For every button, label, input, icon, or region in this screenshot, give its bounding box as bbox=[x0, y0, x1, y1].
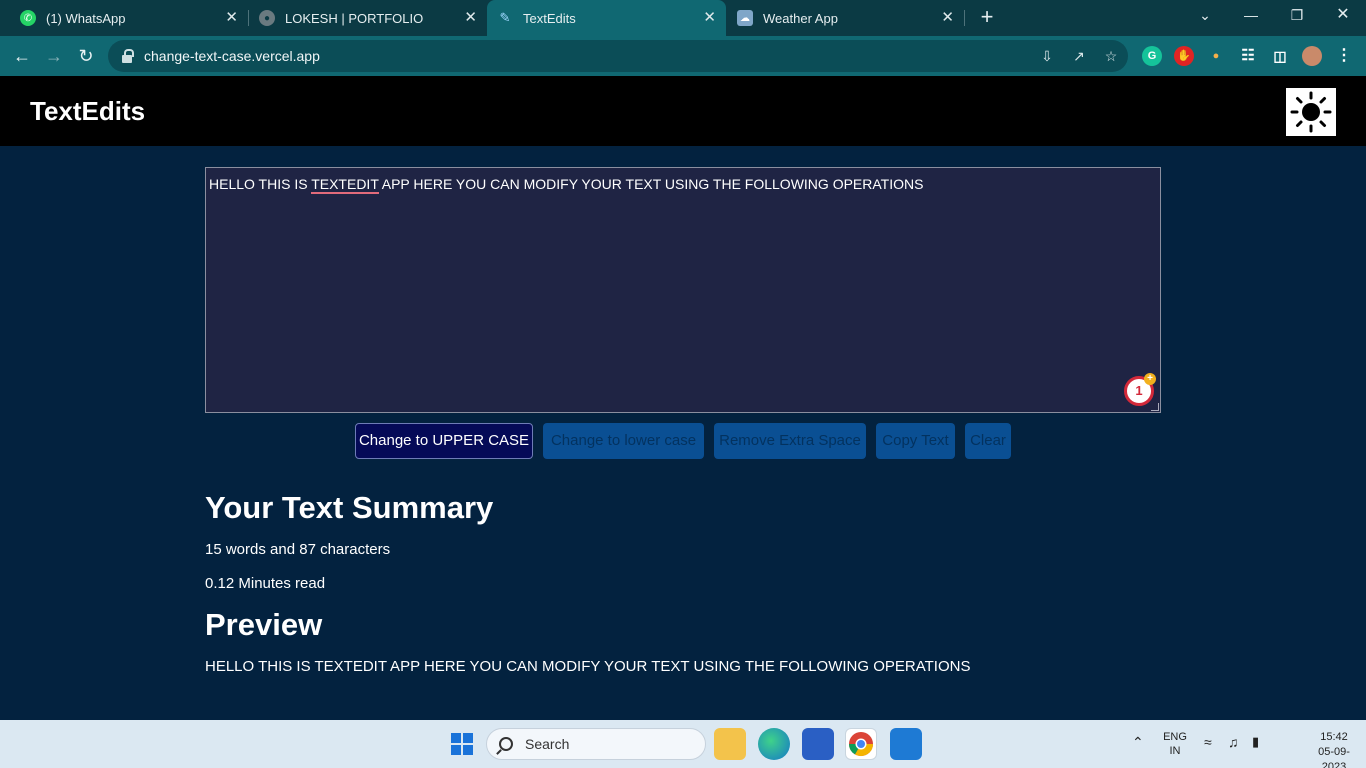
share-icon[interactable]: ↗ bbox=[1070, 47, 1088, 65]
tab-title: TextEdits bbox=[523, 10, 576, 26]
file-explorer-icon[interactable] bbox=[714, 728, 746, 760]
tab-separator bbox=[964, 10, 965, 26]
close-icon[interactable]: ✕ bbox=[941, 8, 954, 26]
lock-icon bbox=[122, 49, 134, 63]
reload-icon[interactable]: ↻ bbox=[74, 44, 98, 68]
close-icon[interactable]: ✕ bbox=[225, 8, 238, 26]
tab-textedits[interactable]: ✎ TextEdits ✕ bbox=[487, 0, 726, 36]
sun-icon bbox=[1290, 91, 1332, 133]
side-panel-icon[interactable]: ◫ bbox=[1270, 46, 1290, 66]
profile-avatar[interactable] bbox=[1302, 46, 1322, 66]
taskbar-search-box[interactable]: Search bbox=[486, 728, 706, 760]
new-tab-button[interactable]: + bbox=[976, 4, 998, 30]
window-close-icon[interactable]: ✕ bbox=[1328, 4, 1358, 26]
brand-title[interactable]: TextEdits bbox=[30, 96, 145, 127]
tab-search-chevron-icon[interactable]: ⌄ bbox=[1190, 4, 1220, 26]
volume-icon[interactable]: ♫ bbox=[1228, 734, 1239, 750]
language-indicator[interactable]: ENG IN bbox=[1160, 730, 1190, 758]
browser-toolbar: ← → ↻ change-text-case.vercel.app ⇩ ↗ ☆ … bbox=[0, 36, 1366, 76]
url-text: change-text-case.vercel.app bbox=[144, 48, 320, 64]
honey-extension-icon[interactable]: ● bbox=[1206, 46, 1226, 66]
preview-heading: Preview bbox=[205, 607, 323, 642]
copy-text-button[interactable]: Copy Text bbox=[876, 423, 955, 459]
windows-taskbar: Search ⌃ ENG IN ≈ ♫ ▮ 15:42 05-09-2023 bbox=[0, 720, 1366, 768]
remove-extra-space-button[interactable]: Remove Extra Space bbox=[714, 423, 866, 459]
tab-title: (1) WhatsApp bbox=[46, 10, 126, 26]
theme-toggle-button[interactable] bbox=[1286, 88, 1336, 136]
whatsapp-icon: ✆ bbox=[20, 10, 36, 26]
minimize-icon[interactable]: — bbox=[1236, 4, 1266, 26]
edge-browser-icon[interactable] bbox=[758, 728, 790, 760]
misspelled-word[interactable]: TEXTEDIT bbox=[311, 176, 379, 194]
tab-portfolio[interactable]: ● LOKESH | PORTFOLIO ✕ bbox=[249, 4, 487, 32]
chrome-taskbar-icon[interactable] bbox=[845, 728, 877, 760]
upper-case-button[interactable]: Change to UPPER CASE bbox=[355, 423, 533, 459]
grammarly-plus-icon: + bbox=[1144, 373, 1156, 385]
text-input-area[interactable]: HELLO THIS IS TEXTEDIT APP HERE YOU CAN … bbox=[205, 167, 1161, 413]
vscode-icon[interactable] bbox=[890, 728, 922, 760]
grammarly-badge[interactable]: 1 + bbox=[1124, 373, 1156, 406]
extensions-puzzle-icon[interactable]: ☷ bbox=[1238, 46, 1258, 66]
globe-icon: ● bbox=[259, 10, 275, 26]
app-navbar: TextEdits bbox=[0, 76, 1366, 146]
preview-text: HELLO THIS IS TEXTEDIT APP HERE YOU CAN … bbox=[205, 658, 971, 675]
tab-title: Weather App bbox=[763, 10, 838, 26]
search-icon bbox=[499, 737, 513, 751]
pen-icon: ✎ bbox=[499, 10, 511, 25]
tab-title: LOKESH | PORTFOLIO bbox=[285, 10, 424, 26]
tab-weather[interactable]: ☁ Weather App ✕ bbox=[727, 4, 964, 32]
read-time: 0.12 Minutes read bbox=[205, 575, 326, 592]
address-bar[interactable]: change-text-case.vercel.app ⇩ ↗ ☆ bbox=[108, 40, 1128, 72]
summary-heading: Your Text Summary bbox=[205, 490, 494, 525]
tray-chevron-icon[interactable]: ⌃ bbox=[1132, 734, 1144, 751]
install-app-icon[interactable]: ⇩ bbox=[1038, 47, 1056, 65]
restore-icon[interactable]: ❐ bbox=[1282, 4, 1312, 26]
wifi-icon[interactable]: ≈ bbox=[1204, 734, 1212, 750]
weather-icon: ☁ bbox=[737, 10, 753, 26]
back-arrow-icon[interactable]: ← bbox=[10, 44, 34, 68]
clear-button[interactable]: Clear bbox=[965, 423, 1011, 459]
battery-icon[interactable]: ▮ bbox=[1252, 734, 1259, 750]
clock[interactable]: 15:42 05-09-2023 bbox=[1308, 730, 1360, 768]
word-character-count: 15 words and 87 characters bbox=[205, 541, 391, 558]
search-label: Search bbox=[525, 736, 570, 752]
tab-whatsapp[interactable]: ✆ (1) WhatsApp ✕ bbox=[8, 4, 248, 32]
resize-handle[interactable] bbox=[1151, 403, 1159, 411]
textarea-content: HELLO THIS IS TEXTEDIT APP HERE YOU CAN … bbox=[209, 176, 924, 194]
close-icon[interactable]: ✕ bbox=[703, 8, 716, 26]
grammarly-extension-icon[interactable]: G bbox=[1142, 46, 1162, 66]
windows-start-icon[interactable] bbox=[446, 728, 478, 760]
lower-case-button[interactable]: Change to lower case bbox=[543, 423, 704, 459]
browser-tab-strip: ✆ (1) WhatsApp ✕ ● LOKESH | PORTFOLIO ✕ … bbox=[0, 0, 1366, 36]
adblock-hand-icon[interactable]: ✋ bbox=[1174, 46, 1194, 66]
bookmark-star-icon[interactable]: ☆ bbox=[1102, 47, 1120, 65]
close-icon[interactable]: ✕ bbox=[464, 8, 477, 26]
menu-kebab-icon[interactable]: ⋮ bbox=[1334, 46, 1354, 66]
microsoft-store-icon[interactable] bbox=[802, 728, 834, 760]
forward-arrow-icon[interactable]: → bbox=[42, 44, 66, 68]
